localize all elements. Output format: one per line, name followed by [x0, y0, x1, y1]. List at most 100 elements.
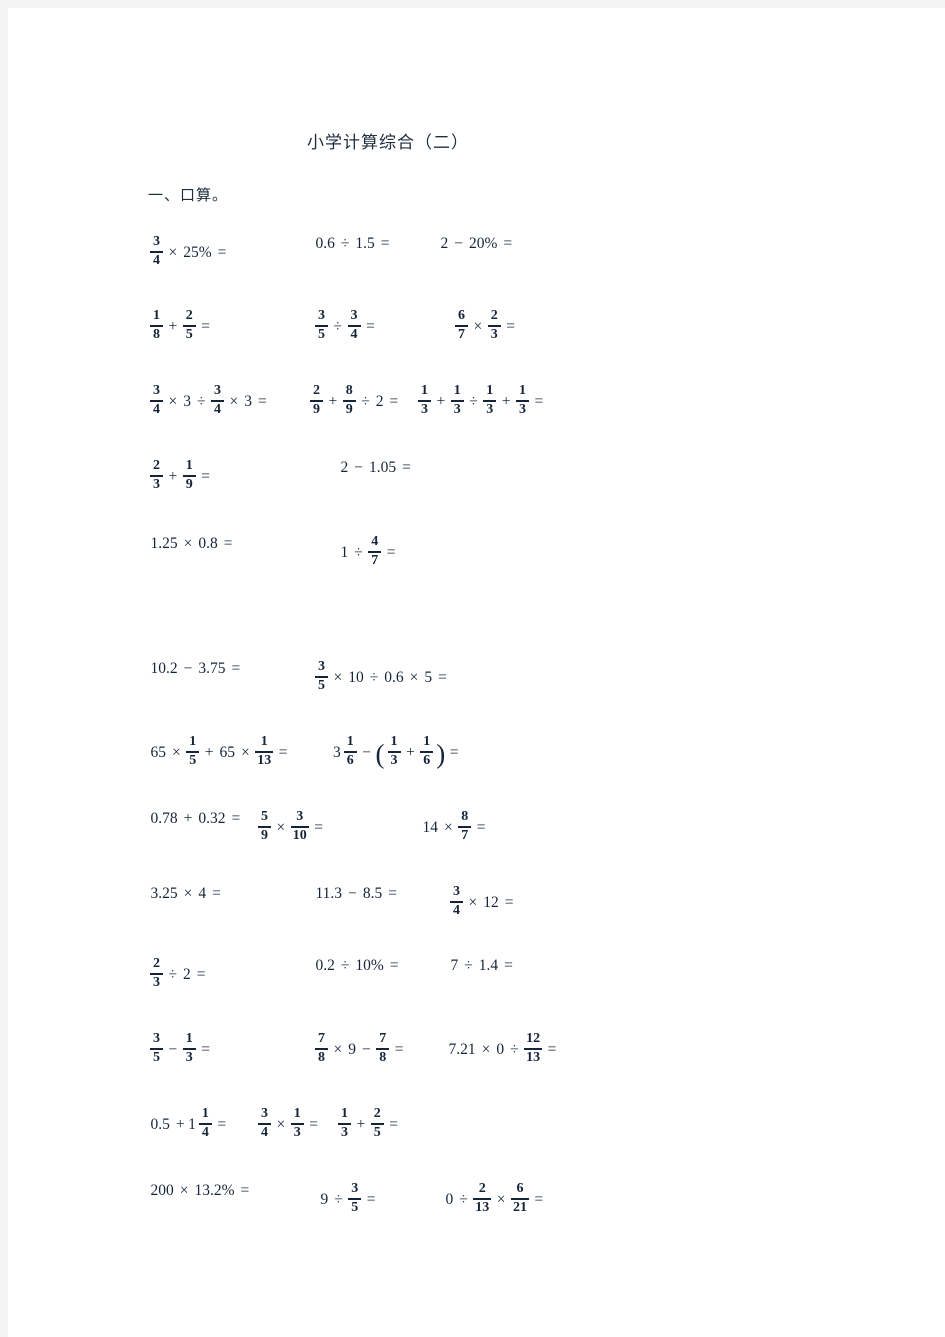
fraction-numerator: 3: [214, 383, 222, 398]
fraction-numerator: 1: [341, 1106, 348, 1121]
math-problem: 0.5 +1 1 4 =: [148, 1106, 230, 1142]
math-operator: =: [386, 544, 396, 562]
fraction-numerator: 1: [346, 734, 354, 749]
fraction: 23: [487, 308, 501, 343]
mixed-number: 316: [333, 734, 359, 770]
fraction-numerator: 7: [318, 1031, 325, 1046]
math-operator: =: [201, 318, 210, 336]
fraction: 59: [258, 809, 271, 844]
fraction-numerator: 3: [261, 1106, 268, 1121]
math-operator: +: [168, 318, 178, 336]
math-operator: =: [547, 1041, 557, 1059]
fraction-denominator: 7: [461, 828, 469, 844]
math-operator: ×: [276, 1116, 286, 1134]
fraction-denominator: 8: [379, 1050, 387, 1066]
math-problem: 0.2 ÷ 10% =: [313, 958, 402, 974]
fraction-numerator: 12: [526, 1031, 541, 1046]
math-problem: 3 4 × 25% =: [148, 234, 230, 270]
math-problem: 14 × 8 7 =: [420, 809, 489, 845]
fraction-numerator: 6: [516, 1181, 524, 1196]
fraction-denominator: 4: [153, 402, 160, 418]
math-problem: 65 × 1 5 +65 × 1 13 =: [148, 734, 291, 770]
fraction-denominator: 4: [350, 327, 358, 343]
fraction-denominator: 3: [453, 402, 461, 418]
math-term: 13.2%: [194, 1182, 235, 1199]
math-problem: 3 5 × 10 ÷ 0.6 × 5 =: [313, 659, 450, 695]
fraction: 19: [182, 458, 196, 493]
fraction-denominator: 4: [214, 402, 222, 418]
fraction-denominator: 5: [318, 327, 325, 343]
math-term: 12: [483, 894, 499, 912]
math-problem: 2 9 +8 9 ÷ 2 =: [308, 383, 402, 419]
math-operator: +: [204, 744, 214, 762]
math-term: 0.8: [198, 535, 218, 552]
fraction: 78: [376, 1031, 390, 1066]
fraction-numerator: 1: [201, 1106, 209, 1121]
math-term: 200: [150, 1182, 174, 1199]
fraction-numerator: 2: [153, 956, 160, 971]
fraction: 16: [420, 734, 434, 769]
math-operator: ×: [179, 1182, 189, 1199]
math-term: 0: [445, 1191, 454, 1209]
fraction-numerator: 2: [490, 308, 498, 323]
fraction-denominator: 3: [153, 477, 160, 493]
math-term: 1.25: [150, 535, 178, 552]
math-operator: =: [314, 819, 323, 837]
math-operator: ÷: [354, 544, 363, 562]
math-problem: 3 5−1 3 =: [148, 1031, 214, 1067]
math-term: 2: [183, 966, 191, 984]
fraction-numerator: 1: [260, 734, 268, 749]
math-operator: =: [366, 318, 375, 336]
fraction-numerator: 2: [313, 383, 320, 398]
math-term: 8.5: [362, 885, 383, 902]
math-operator: =: [388, 885, 397, 902]
math-operator: ×: [496, 1191, 506, 1209]
fraction: 23: [150, 956, 163, 991]
fraction-denominator: 5: [153, 1050, 160, 1066]
fraction: 13: [182, 1031, 196, 1066]
math-term: 25%: [183, 244, 212, 262]
fraction-numerator: 3: [351, 1181, 359, 1196]
mixed-number-whole: 1: [188, 1116, 196, 1134]
math-term: 0.32: [198, 810, 226, 827]
fraction: 1 13: [255, 734, 274, 769]
math-problem: 3.25 × 4 =: [148, 886, 224, 902]
math-problem: 2 3 +1 9 =: [148, 458, 214, 494]
fraction-numerator: 3: [153, 383, 160, 398]
problem-row: 2 3 +1 9 = 2−1.05 =: [148, 458, 938, 506]
math-operator: +: [328, 393, 338, 411]
fraction-numerator: 1: [185, 1031, 193, 1046]
math-term: 1: [340, 544, 349, 562]
fraction-numerator: 2: [373, 1106, 381, 1121]
worksheet-page: 小学计算综合（二） 一、口算。 3 4 × 25% = 0.6 ÷ 1.5 = 2−20% = 1 8 +…: [8, 8, 945, 1337]
fraction: 16: [343, 734, 357, 769]
math-term: 0.5: [150, 1116, 170, 1134]
math-term: 5: [424, 669, 433, 687]
math-problem: 11.3−8.5 =: [313, 886, 400, 902]
math-operator: =: [309, 1116, 318, 1134]
math-operator: =: [231, 660, 241, 677]
fraction-denominator: 3: [293, 1125, 301, 1141]
fraction-denominator: 5: [351, 1200, 359, 1216]
fraction: 35: [315, 308, 328, 343]
fraction: 47: [368, 534, 382, 569]
math-problem: 3 4 × 3 ÷ 3 4 × 3 =: [148, 383, 270, 419]
math-operator: =: [504, 957, 513, 974]
fraction: 15: [186, 734, 200, 769]
math-operator: =: [534, 393, 544, 411]
mixed-number: 114: [188, 1106, 214, 1142]
math-problem: 2−1.05 =: [338, 460, 414, 476]
fraction-numerator: 1: [453, 383, 461, 398]
fraction: 13: [338, 1106, 351, 1141]
fraction-numerator: 8: [345, 383, 353, 398]
math-term: 2: [375, 393, 384, 411]
math-operator: ÷: [334, 1191, 343, 1209]
math-operator: =: [380, 235, 390, 252]
math-term: 9: [320, 1191, 329, 1209]
fraction-numerator: 6: [458, 308, 465, 323]
math-operator: −: [454, 235, 463, 252]
math-problem: 0 ÷ 2 13 × 6 21 =: [443, 1181, 547, 1217]
math-operator: ÷: [340, 957, 350, 974]
math-term: 7: [450, 957, 459, 974]
math-problem: 7 ÷ 1.4 =: [448, 958, 516, 974]
